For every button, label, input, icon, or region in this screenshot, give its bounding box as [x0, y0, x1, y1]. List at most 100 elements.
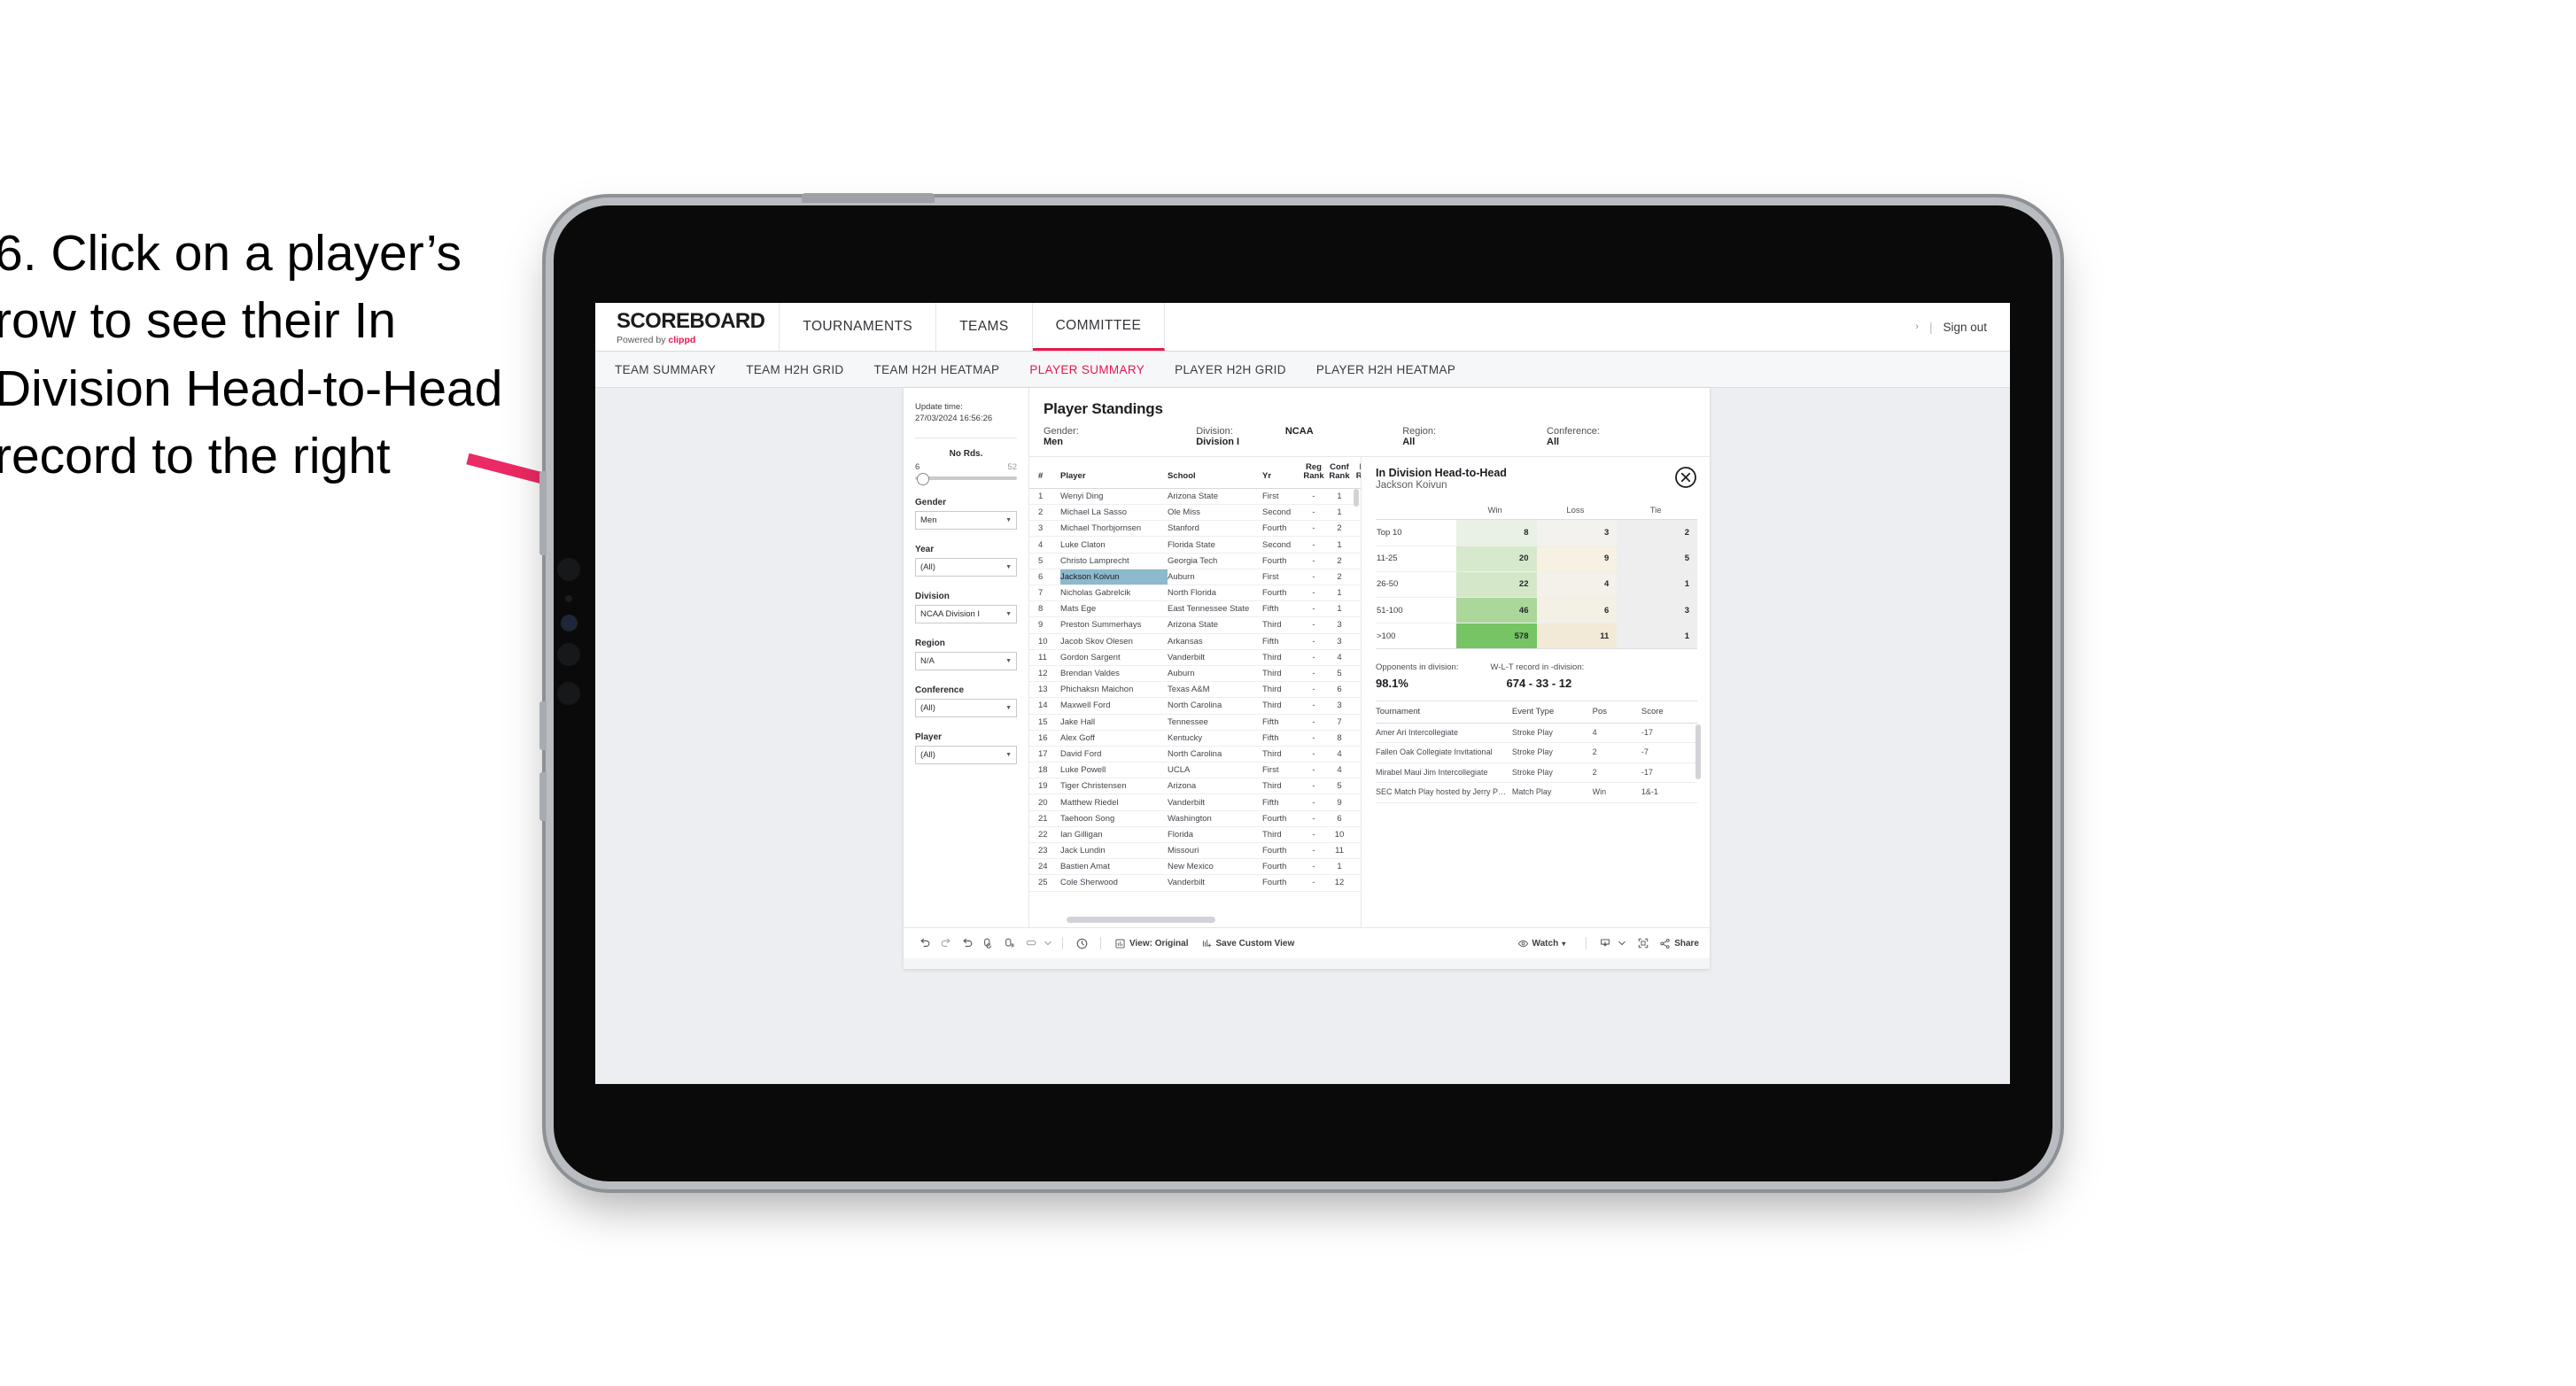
tournament-row[interactable]: SEC Match Play hosted by Jerry Pate Roun…	[1376, 782, 1697, 803]
table-row[interactable]: 13Phichaksn MaichonTexas A&MThird-6301	[1029, 681, 1361, 699]
view-shape-icon[interactable]	[1020, 934, 1042, 952]
table-row[interactable]: 12Brendan ValdesAuburnThird-5270	[1029, 665, 1361, 683]
table-row[interactable]: 23Jack LundinMissouriFourth-11240	[1029, 842, 1361, 860]
table-horizontal-scrollbar[interactable]	[1067, 917, 1215, 923]
col-reg-rank[interactable]: Reg Rank	[1302, 457, 1328, 489]
filter-gender-select[interactable]: Men ▼	[915, 510, 1017, 530]
close-circle-icon[interactable]	[1674, 466, 1697, 489]
col-school[interactable]: School	[1168, 457, 1262, 489]
table-row[interactable]: 1Wenyi DingArizona StateFirst-1151	[1029, 488, 1361, 506]
filter-year-select[interactable]: (All) ▼	[915, 557, 1017, 577]
table-row[interactable]: 4Luke ClatonFlorida StateSecond-1272	[1029, 536, 1361, 554]
tour-col-score[interactable]: Score	[1641, 701, 1697, 724]
chevron-down-icon[interactable]	[1616, 934, 1627, 952]
col-conf-rank[interactable]: Conf Rank	[1328, 457, 1354, 489]
table-row[interactable]: 14Maxwell FordNorth CarolinaThird-3230	[1029, 697, 1361, 715]
table-row[interactable]: 7 Nicholas Gabrelcik North Florida Fourth -1…	[1029, 585, 1361, 602]
chevron-right-icon[interactable]: ›	[1915, 321, 1919, 332]
tour-col-event-type[interactable]: Event Type	[1511, 701, 1593, 724]
table-row[interactable]: 11Gordon SargentVanderbiltThird-4210	[1029, 649, 1361, 666]
h2h-player-name: Jackson Koivun	[1376, 480, 1447, 491]
subnav-item-player-summary[interactable]: PLAYER SUMMARY	[1029, 363, 1144, 376]
filter-division-label: Division	[915, 591, 950, 601]
no-rds-cell: 23	[1354, 874, 1361, 892]
subnav-item-team-h2h-heatmap[interactable]: TEAM H2H HEATMAP	[874, 363, 1000, 376]
table-row[interactable]: 3Michael ThorbjornsenStanfordFourth-291	[1029, 520, 1361, 538]
tournament-row[interactable]: Fallen Oak Collegiate Invitational Stroke…	[1376, 742, 1697, 763]
head-to-head-panel: In Division Head-to-Head Jackson Koivun	[1361, 457, 1710, 927]
fullscreen-icon[interactable]	[1633, 934, 1654, 952]
volume-button-1[interactable]	[539, 471, 547, 555]
tour-col-tournament[interactable]: Tournament	[1376, 701, 1512, 724]
revert-icon[interactable]	[957, 934, 978, 952]
share-button[interactable]: Share	[1659, 938, 1699, 949]
tournament-row[interactable]: Mirabel Maui Jim Intercollegiate Stroke P…	[1376, 763, 1697, 784]
topnav-item-committee[interactable]: COMMITTEE	[1032, 303, 1166, 351]
topnav-item-teams[interactable]: TEAMS	[936, 303, 1033, 351]
tour-col-pos[interactable]: Pos	[1592, 701, 1641, 724]
filter-division-select[interactable]: NCAA Division I ▼	[915, 604, 1017, 623]
table-row[interactable]: 18Luke PowellUCLAFirst-4241	[1029, 762, 1361, 779]
table-vertical-scrollbar[interactable]	[1354, 489, 1359, 507]
player-cell: Brendan Valdes	[1060, 665, 1168, 683]
tournament-name-cell: Fallen Oak Collegiate Invitational	[1376, 742, 1512, 763]
table-row[interactable]: 10Jacob Skov OlesenArkansasFifth-3230	[1029, 633, 1361, 650]
col-rank[interactable]: #	[1029, 457, 1060, 489]
table-row[interactable]: 21Taehoon SongWashingtonFourth-6231	[1029, 810, 1361, 827]
table-row[interactable]: 22Ian GilliganFloridaThird-10241	[1029, 826, 1361, 844]
volume-button-3[interactable]	[539, 772, 547, 821]
player-cell: Nicholas Gabrelcik	[1060, 585, 1168, 602]
filter-player-select[interactable]: (All) ▼	[915, 745, 1017, 764]
sign-out-link[interactable]: Sign out	[1943, 321, 1987, 334]
refresh-data-icon[interactable]	[978, 934, 999, 952]
download-icon[interactable]	[1594, 934, 1616, 952]
filter-region-select[interactable]: N/A ▼	[915, 651, 1017, 670]
school-cell: Florida State	[1168, 536, 1262, 554]
col-player[interactable]: Player	[1060, 457, 1168, 489]
tournaments-scrollbar[interactable]	[1695, 724, 1701, 780]
redo-icon[interactable]	[935, 934, 957, 952]
table-row[interactable]: 19Tiger ChristensenArizonaThird-5232	[1029, 778, 1361, 795]
table-row[interactable]: 17David FordNorth CarolinaThird-4211	[1029, 746, 1361, 763]
school-cell: North Carolina	[1168, 697, 1262, 715]
heatmap-col-tie: Tie	[1617, 500, 1697, 521]
chevron-down-icon[interactable]	[1042, 934, 1054, 952]
save-custom-view-button[interactable]: Save Custom View	[1201, 938, 1294, 949]
heatmap-cell-loss: 4	[1536, 571, 1618, 599]
col-yr[interactable]: Yr	[1262, 457, 1302, 489]
watch-button[interactable]: Watch ▾	[1517, 938, 1565, 949]
no-rds-cell: 21	[1354, 649, 1361, 666]
filter-conference-select[interactable]: (All) ▼	[915, 698, 1017, 717]
subnav-item-team-summary[interactable]: TEAM SUMMARY	[615, 363, 716, 376]
subnav-item-player-h2h-grid[interactable]: PLAYER H2H GRID	[1175, 363, 1286, 376]
tournament-row[interactable]: Amer Ari Intercollegiate Stroke Play 4 -17	[1376, 723, 1697, 744]
volume-button-2[interactable]	[539, 701, 547, 750]
slider-handle[interactable]	[917, 472, 929, 485]
reg-rank-cell: -	[1302, 842, 1328, 860]
topnav-item-tournaments[interactable]: TOURNAMENTS	[780, 303, 937, 351]
power-button[interactable]	[802, 193, 935, 203]
table-row[interactable]: 16Alex GoffKentuckyFifth-8190	[1029, 730, 1361, 747]
subnav-item-player-h2h-heatmap[interactable]: PLAYER H2H HEATMAP	[1316, 363, 1455, 376]
app-logo[interactable]: SCOREBOARD Powered by clippd	[595, 303, 780, 351]
stat-record-value: 674 - 33 - 12	[1506, 677, 1572, 691]
pause-auto-update-icon[interactable]	[999, 934, 1020, 952]
table-row[interactable]: 8Mats EgeEast Tennessee StateFifth-1242	[1029, 600, 1361, 618]
undo-icon[interactable]	[914, 934, 935, 952]
table-row[interactable]: 6Jackson KoivunAuburnFirst-2271	[1029, 569, 1361, 586]
no-rounds-slider[interactable]	[915, 472, 1017, 485]
table-row[interactable]: 5Christo LamprechtGeorgia TechFourth-221…	[1029, 553, 1361, 569]
dashboard-footer-strip	[904, 958, 1710, 969]
col-no-rds[interactable]: NoRds.	[1354, 457, 1361, 489]
table-row[interactable]: 24Bastien AmatNew MexicoFourth-1272	[1029, 858, 1361, 876]
table-row[interactable]: 15Jake HallTennesseeFifth-7180	[1029, 714, 1361, 731]
yr-cell: Fourth	[1262, 858, 1302, 876]
table-row[interactable]: 2Michael La SassoOle MissSecond-1180	[1029, 504, 1361, 522]
table-row[interactable]: 9Preston SummerhaysArizona StateThird-32…	[1029, 616, 1361, 634]
yr-cell: Fourth	[1262, 874, 1302, 892]
view-original-button[interactable]: View: Original	[1114, 938, 1189, 949]
alert-clock-icon[interactable]	[1071, 934, 1092, 952]
subnav-item-team-h2h-grid[interactable]: TEAM H2H GRID	[746, 363, 843, 376]
table-row[interactable]: 20Matthew RiedelVanderbiltFifth-9230	[1029, 794, 1361, 811]
table-row[interactable]: 25Cole SherwoodVanderbiltFourth-12231	[1029, 874, 1361, 892]
